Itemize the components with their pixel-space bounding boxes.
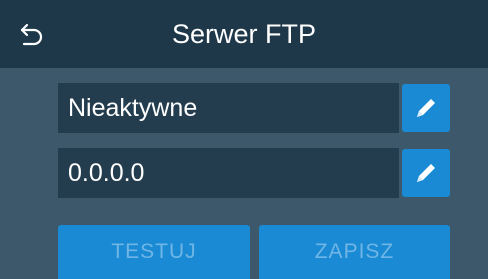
ftp-status-field: Nieaktywne: [58, 83, 399, 133]
edit-address-button[interactable]: [402, 149, 450, 197]
back-button[interactable]: [12, 14, 52, 54]
pencil-icon: [417, 164, 435, 182]
save-button[interactable]: ZAPISZ: [259, 225, 450, 279]
pencil-icon: [417, 99, 435, 117]
edit-status-button[interactable]: [402, 84, 450, 132]
header-bar: Serwer FTP: [0, 0, 488, 68]
page-title: Serwer FTP: [171, 19, 317, 49]
back-arrow-icon: [20, 23, 43, 46]
ftp-server-screen: Serwer FTP Nieaktywne 0.0.0.0 TESTUJ ZAP…: [0, 0, 488, 279]
ftp-address-field[interactable]: 0.0.0.0: [58, 148, 399, 198]
test-button[interactable]: TESTUJ: [58, 225, 250, 279]
